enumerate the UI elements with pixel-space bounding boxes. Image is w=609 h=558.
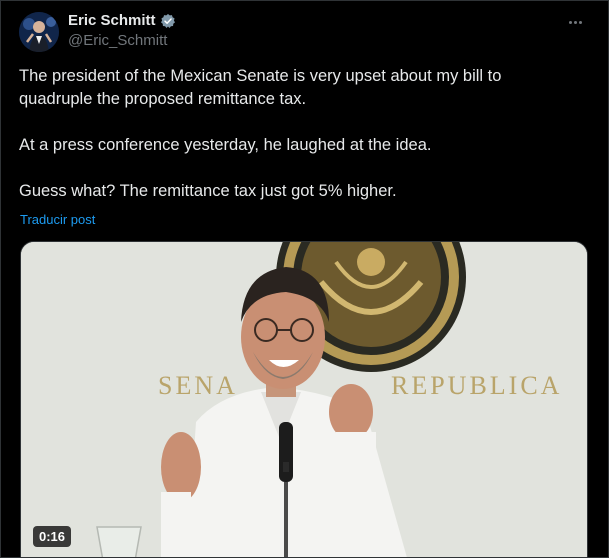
tweet-paragraph: The president of the Mexican Senate is v… [19,67,502,108]
translate-post-link[interactable]: Traducir post [20,212,95,227]
tweet-paragraph: Guess what? The remittance tax just got … [19,182,397,200]
video-frame: SENA REPUBLICA [21,242,587,557]
verified-badge-icon [160,13,176,29]
author-display-name[interactable]: Eric Schmitt [68,12,156,29]
author-name-row: Eric Schmitt [68,12,176,29]
avatar[interactable] [19,12,59,52]
tweet-text: The president of the Mexican Senate is v… [19,65,579,203]
tweet-paragraph: At a press conference yesterday, he laug… [19,136,432,154]
water-glass [96,526,142,557]
wall-text-right: REPUBLICA [391,371,562,400]
author-handle[interactable]: @Eric_Schmitt [68,32,167,49]
video-player[interactable]: SENA REPUBLICA [20,241,588,557]
tweet-card: Eric Schmitt @Eric_Schmitt The president… [0,0,609,558]
more-options-icon[interactable] [564,13,586,31]
video-duration-badge: 0:16 [33,526,72,547]
wall-text-left: SENA [158,371,238,400]
